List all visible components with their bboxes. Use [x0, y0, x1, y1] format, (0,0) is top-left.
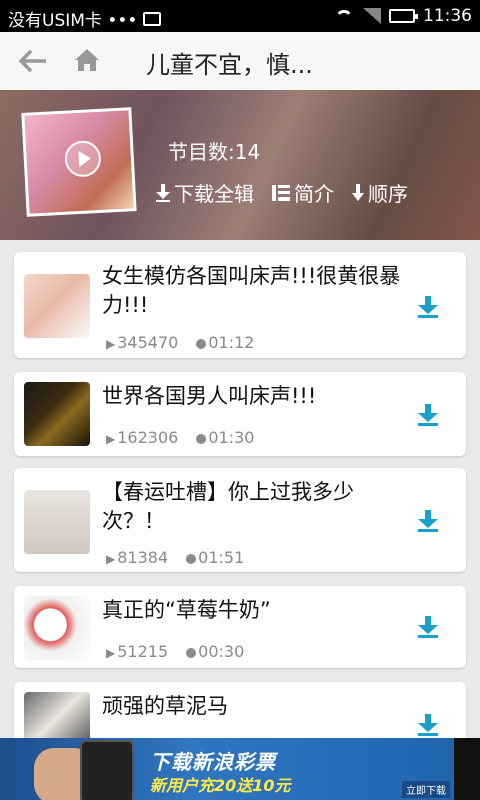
status-bar: 没有USIM卡 ••• 11:36 [0, 0, 480, 32]
episode-thumbnail [24, 382, 90, 446]
order-label: 顺序 [368, 182, 408, 206]
back-arrow-icon[interactable] [18, 50, 46, 72]
ad-subline: 新用户充20送10元 [150, 776, 291, 795]
episode-card[interactable]: 世界各国男人叫床声!!! 162306 01:30 [14, 372, 466, 456]
ad-headline: 下载新浪彩票 [150, 750, 276, 774]
clock-icon [196, 433, 207, 444]
carrier-text: 没有USIM卡 ••• [8, 11, 138, 31]
intro-icon [272, 184, 290, 201]
duration-text: 01:51 [198, 548, 245, 567]
episode-thumbnail [24, 596, 90, 660]
download-icon[interactable] [418, 714, 438, 736]
play-count: 162306 [106, 428, 178, 447]
duration: 01:12 [196, 333, 254, 352]
clock-time: 11:36 [423, 6, 472, 26]
album-header: 节目数:14 下载全辑 简介 顺序 [0, 90, 480, 240]
duration: 01:30 [196, 428, 254, 447]
play-icon[interactable] [63, 139, 102, 178]
episode-title: 真正的“草莓牛奶” [102, 598, 271, 622]
clock-icon [186, 647, 197, 658]
image-notification-icon [143, 11, 162, 26]
play-count: 51215 [106, 642, 168, 661]
order-button[interactable]: 顺序 [352, 178, 408, 207]
ad-phone-image [80, 740, 134, 800]
episode-card[interactable]: 【春运吐槽】你上过我多少次？！ 81384 01:51 [14, 468, 466, 572]
play-count: 81384 [106, 548, 168, 567]
download-all-label: 下载全辑 [174, 182, 254, 206]
clock-icon [186, 553, 197, 564]
episode-title: 【春运吐槽】你上过我多少次？！ [102, 480, 354, 533]
ad-edge [454, 738, 480, 800]
episode-title: 女生模仿各国叫床声!!!很黄很暴力!!! [102, 264, 401, 317]
download-icon[interactable] [418, 404, 438, 426]
album-cover[interactable] [21, 107, 137, 217]
download-icon[interactable] [418, 510, 438, 532]
sort-arrow-icon [352, 183, 364, 202]
wifi-icon [333, 8, 355, 24]
play-count: 345470 [106, 333, 178, 352]
ad-banner[interactable]: 下载新浪彩票 新用户充20送10元 立即下载 [0, 738, 480, 800]
download-all-button[interactable]: 下载全辑 [156, 178, 254, 207]
duration: 01:51 [186, 548, 244, 567]
clock-icon [196, 338, 207, 349]
duration-text: 01:12 [208, 333, 255, 352]
download-icon[interactable] [418, 616, 438, 638]
episode-card[interactable]: 女生模仿各国叫床声!!!很黄很暴力!!! 345470 01:12 [14, 252, 466, 358]
episode-card[interactable]: 真正的“草莓牛奶” 51215 00:30 [14, 586, 466, 668]
intro-button[interactable]: 简介 [272, 178, 334, 207]
episode-thumbnail [24, 490, 90, 554]
download-icon [156, 183, 170, 202]
intro-label: 简介 [294, 182, 334, 206]
page-title: 儿童不宜，慎... [146, 51, 313, 79]
battery-icon [389, 9, 418, 23]
duration: 00:30 [186, 642, 244, 661]
episode-thumbnail [24, 274, 90, 338]
action-bar: 儿童不宜，慎... [0, 32, 480, 91]
episode-title: 顽强的草泥马 [102, 694, 228, 718]
duration-text: 01:30 [208, 428, 255, 447]
duration-text: 00:30 [198, 642, 245, 661]
signal-icon [363, 8, 381, 24]
ad-download-button[interactable]: 立即下载 [402, 781, 450, 798]
download-icon[interactable] [418, 296, 438, 318]
episode-count: 节目数:14 [168, 140, 261, 164]
home-icon[interactable] [74, 48, 100, 72]
episode-title: 世界各国男人叫床声!!! [102, 384, 317, 408]
